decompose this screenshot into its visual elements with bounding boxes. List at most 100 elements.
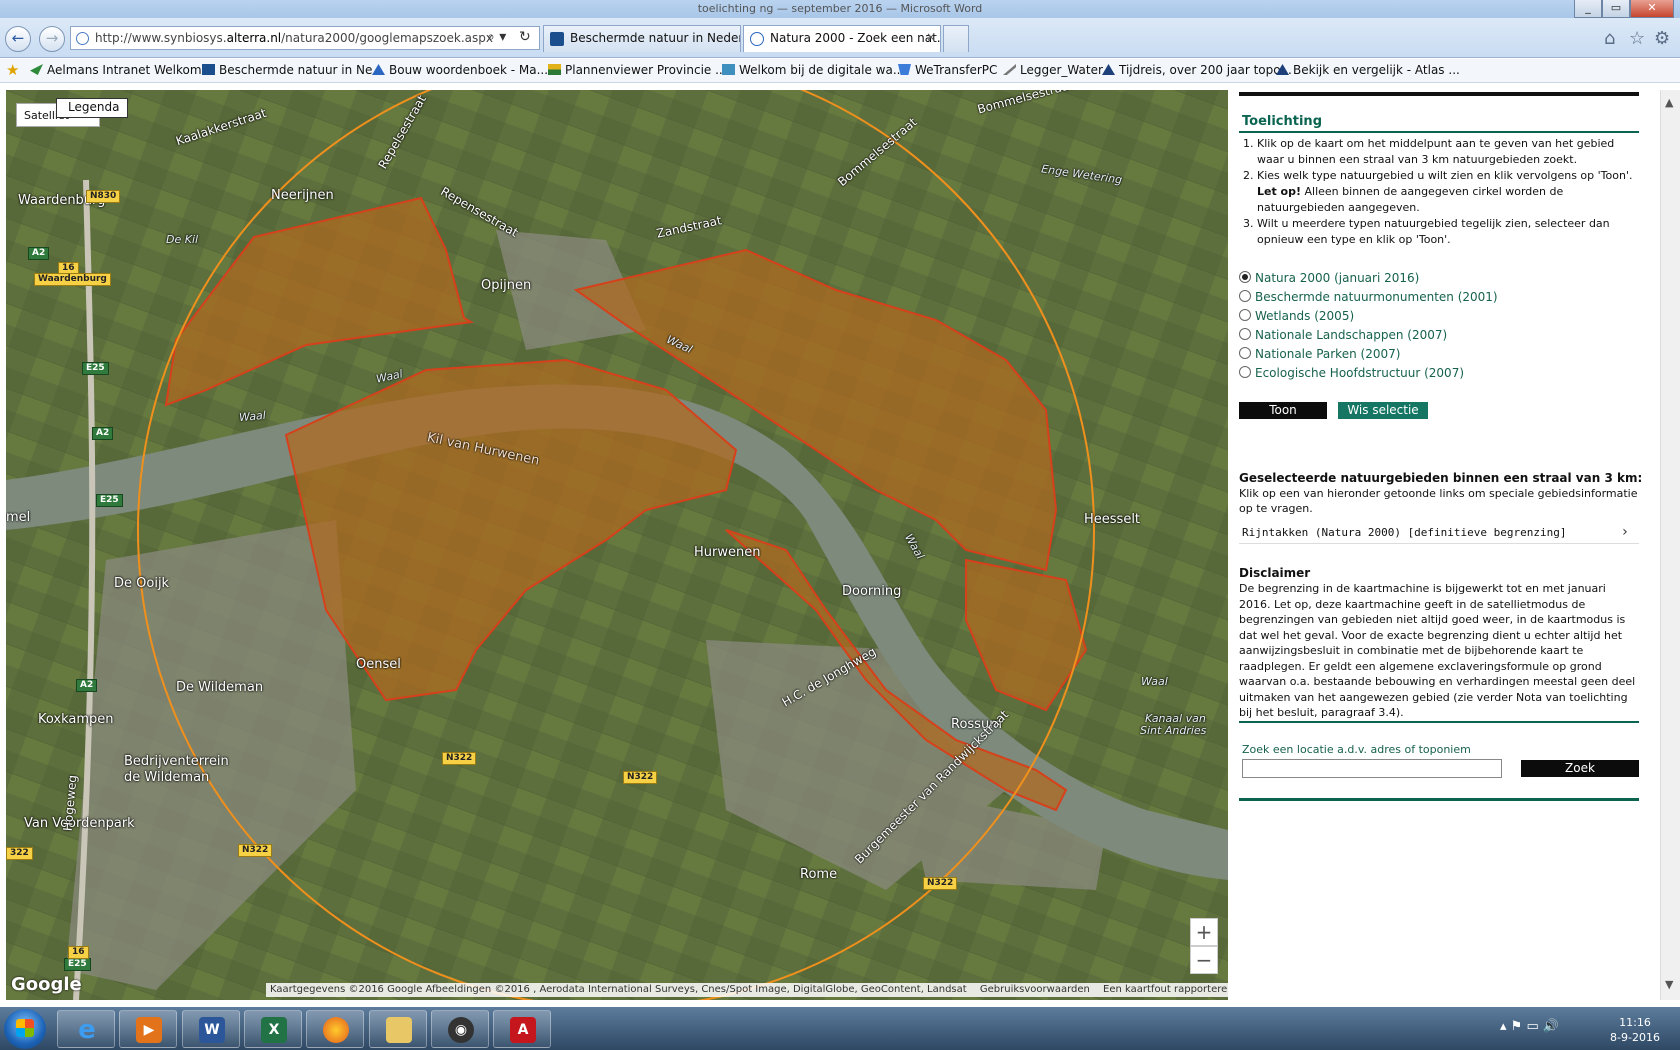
scroll-up-icon[interactable]: ▲ [1665, 96, 1673, 109]
excel-icon: X [261, 1017, 287, 1043]
favorite-link[interactable]: Tijdreis, over 200 jaar topo... [1102, 63, 1292, 77]
forward-button[interactable]: → [39, 26, 65, 52]
clock-time: 11:16 [1619, 1016, 1651, 1029]
map-canvas[interactable] [6, 90, 1228, 1000]
favorite-link[interactable]: Bekijk en vergelijk - Atlas ... [1276, 63, 1460, 77]
road-shield: A2 [76, 679, 98, 692]
radio-button[interactable] [1239, 309, 1251, 321]
satellite-map[interactable]: Waardenburg Neerijnen Opijnen Kaalakkers… [6, 90, 1228, 1000]
clock[interactable]: 11:16 8-9-2016 [1604, 1015, 1666, 1045]
favorite-icon [1003, 64, 1016, 75]
taskbar-app[interactable]: ◉ [431, 1010, 489, 1048]
scroll-down-icon[interactable]: ▼ [1665, 978, 1673, 991]
clear-selection-button[interactable]: Wis selectie [1338, 402, 1428, 419]
maximize-button[interactable]: ▭ [1602, 0, 1630, 18]
road-shield: 16 [68, 946, 89, 959]
result-label[interactable]: Rijntakken (Natura 2000) [definitieve be… [1242, 526, 1567, 539]
internet-explorer-icon: e [78, 1015, 96, 1045]
road-shield: N322 [238, 844, 273, 857]
tab-beschermde-natuur[interactable]: Beschermde natuur in Nederla... [543, 25, 741, 52]
tab-favicon [550, 32, 564, 46]
zoom-out-button[interactable]: − [1190, 946, 1218, 974]
radio-option-natuurmonumenten[interactable]: Beschermde natuurmonumenten (2001) [1239, 290, 1639, 309]
favorite-link[interactable]: Plannenviewer Provincie ... [548, 63, 727, 77]
road-shield: E25 [96, 494, 123, 507]
favorites-star-icon[interactable]: ☆ [1629, 28, 1645, 49]
radio-button[interactable] [1239, 290, 1251, 302]
radio-option-nationale-parken[interactable]: Nationale Parken (2007) [1239, 347, 1639, 366]
road-shield: 322 [6, 847, 33, 860]
search-button[interactable]: Zoek [1521, 760, 1639, 777]
address-url[interactable]: http://www.synbiosys.alterra.nl/natura20… [95, 31, 493, 45]
radio-button[interactable] [1239, 347, 1251, 359]
radio-option-ehs[interactable]: Ecologische Hoofdstructuur (2007) [1239, 366, 1639, 385]
road-shield: A2 [92, 427, 114, 440]
map-place-label: Van Voordenpark [24, 816, 135, 831]
taskbar-word[interactable]: W [182, 1010, 240, 1048]
taskbar: e ▶ W X ◉ A ▴ ⚑ ▭ 🔊 11:16 8-9-2016 [0, 1007, 1680, 1050]
chevron-right-icon[interactable]: › [1621, 524, 1629, 540]
map-attribution: Kaartgegevens ©2016 Google Afbeeldingen … [270, 984, 967, 995]
firefox-icon [323, 1017, 349, 1043]
panel-divider [1239, 798, 1639, 801]
favorite-link[interactable]: Aelmans Intranet Welkom [30, 63, 202, 77]
home-icon[interactable]: ⌂ [1604, 28, 1615, 49]
map-place-label: Heesselt [1084, 512, 1141, 527]
map-water-label: Waal [1141, 675, 1168, 688]
start-button[interactable] [4, 1009, 46, 1049]
app-icon: ◉ [448, 1017, 474, 1043]
google-logo: Google [11, 974, 82, 995]
radio-option-nationale-landschappen[interactable]: Nationale Landschappen (2007) [1239, 328, 1639, 347]
toon-button[interactable]: Toon [1239, 402, 1327, 419]
radio-button[interactable] [1239, 366, 1251, 378]
favorite-link[interactable]: Bouw woordenboek - Ma... [372, 63, 548, 77]
favorite-icon [372, 64, 385, 75]
minimize-button[interactable]: _ [1574, 0, 1602, 18]
new-tab-button[interactable] [943, 25, 969, 52]
close-window-button[interactable]: ✕ [1630, 0, 1674, 18]
selected-areas-heading: Geselecteerde natuurgebieden binnen een … [1239, 471, 1643, 485]
favorite-icon [1102, 64, 1115, 75]
zoom-in-button[interactable]: + [1190, 918, 1218, 946]
panel-divider [1239, 92, 1639, 96]
close-tab-icon[interactable]: × [926, 30, 936, 44]
add-favorite-icon[interactable]: ★ [6, 61, 19, 79]
taskbar-media-player[interactable]: ▶ [119, 1010, 177, 1048]
back-button[interactable]: ← [5, 26, 31, 52]
acrobat-icon: A [510, 1017, 536, 1043]
radio-button[interactable] [1239, 271, 1251, 283]
map-water-label: Waal [238, 408, 267, 425]
taskbar-firefox[interactable] [306, 1010, 364, 1048]
address-bar[interactable]: http://www.synbiosys.alterra.nl/natura20… [70, 26, 540, 50]
location-search-input[interactable] [1242, 759, 1502, 778]
taskbar-internet-explorer[interactable]: e [57, 1010, 115, 1048]
radio-option-wetlands[interactable]: Wetlands (2005) [1239, 309, 1639, 328]
instruction-step: Klik op de kaart om het middelpunt aan t… [1257, 136, 1639, 168]
favorite-link[interactable]: Legger_Water [1003, 63, 1103, 77]
gear-icon[interactable]: ⚙ [1654, 28, 1670, 49]
tab-natura-2000[interactable]: Natura 2000 - Zoek een nat... × [743, 25, 941, 52]
folder-icon [386, 1017, 412, 1043]
window-titlebar: toelichting ng — september 2016 — Micros… [0, 0, 1680, 18]
selected-areas-text: Klik op een van hieronder getoonde links… [1239, 487, 1638, 515]
favorite-link[interactable]: Welkom bij de digitale wa... [722, 63, 904, 77]
legend-button[interactable]: Legenda [56, 98, 128, 118]
taskbar-acrobat[interactable]: A [493, 1010, 551, 1048]
search-icon[interactable]: ⌕ ▾ [487, 29, 506, 45]
map-water-label: De Kil [166, 233, 199, 246]
taskbar-explorer[interactable] [369, 1010, 427, 1048]
radio-button[interactable] [1239, 328, 1251, 340]
page-scrollbar[interactable]: ▲ ▼ [1660, 90, 1680, 1000]
map-place-label: Neerijnen [271, 188, 334, 203]
favorite-icon [548, 64, 561, 75]
report-map-error-link[interactable]: Een kaartfout rapporteren [1103, 984, 1228, 995]
terms-link[interactable]: Gebruiksvoorwaarden [980, 984, 1090, 995]
refresh-icon[interactable]: ↻ [519, 29, 531, 45]
favorite-link[interactable]: WeTransferPC [898, 63, 997, 77]
disclaimer-text: De begrenzing in de kaartmachine is bijg… [1239, 582, 1636, 719]
radio-option-natura-2000[interactable]: Natura 2000 (januari 2016) [1239, 271, 1639, 290]
favorite-link[interactable]: Beschermde natuur in Ne... [202, 63, 384, 77]
taskbar-excel[interactable]: X [244, 1010, 302, 1048]
system-tray[interactable]: ▴ ⚑ ▭ 🔊 [1500, 1019, 1559, 1034]
result-link[interactable]: Rijntakken (Natura 2000) [definitieve be… [1239, 522, 1639, 544]
